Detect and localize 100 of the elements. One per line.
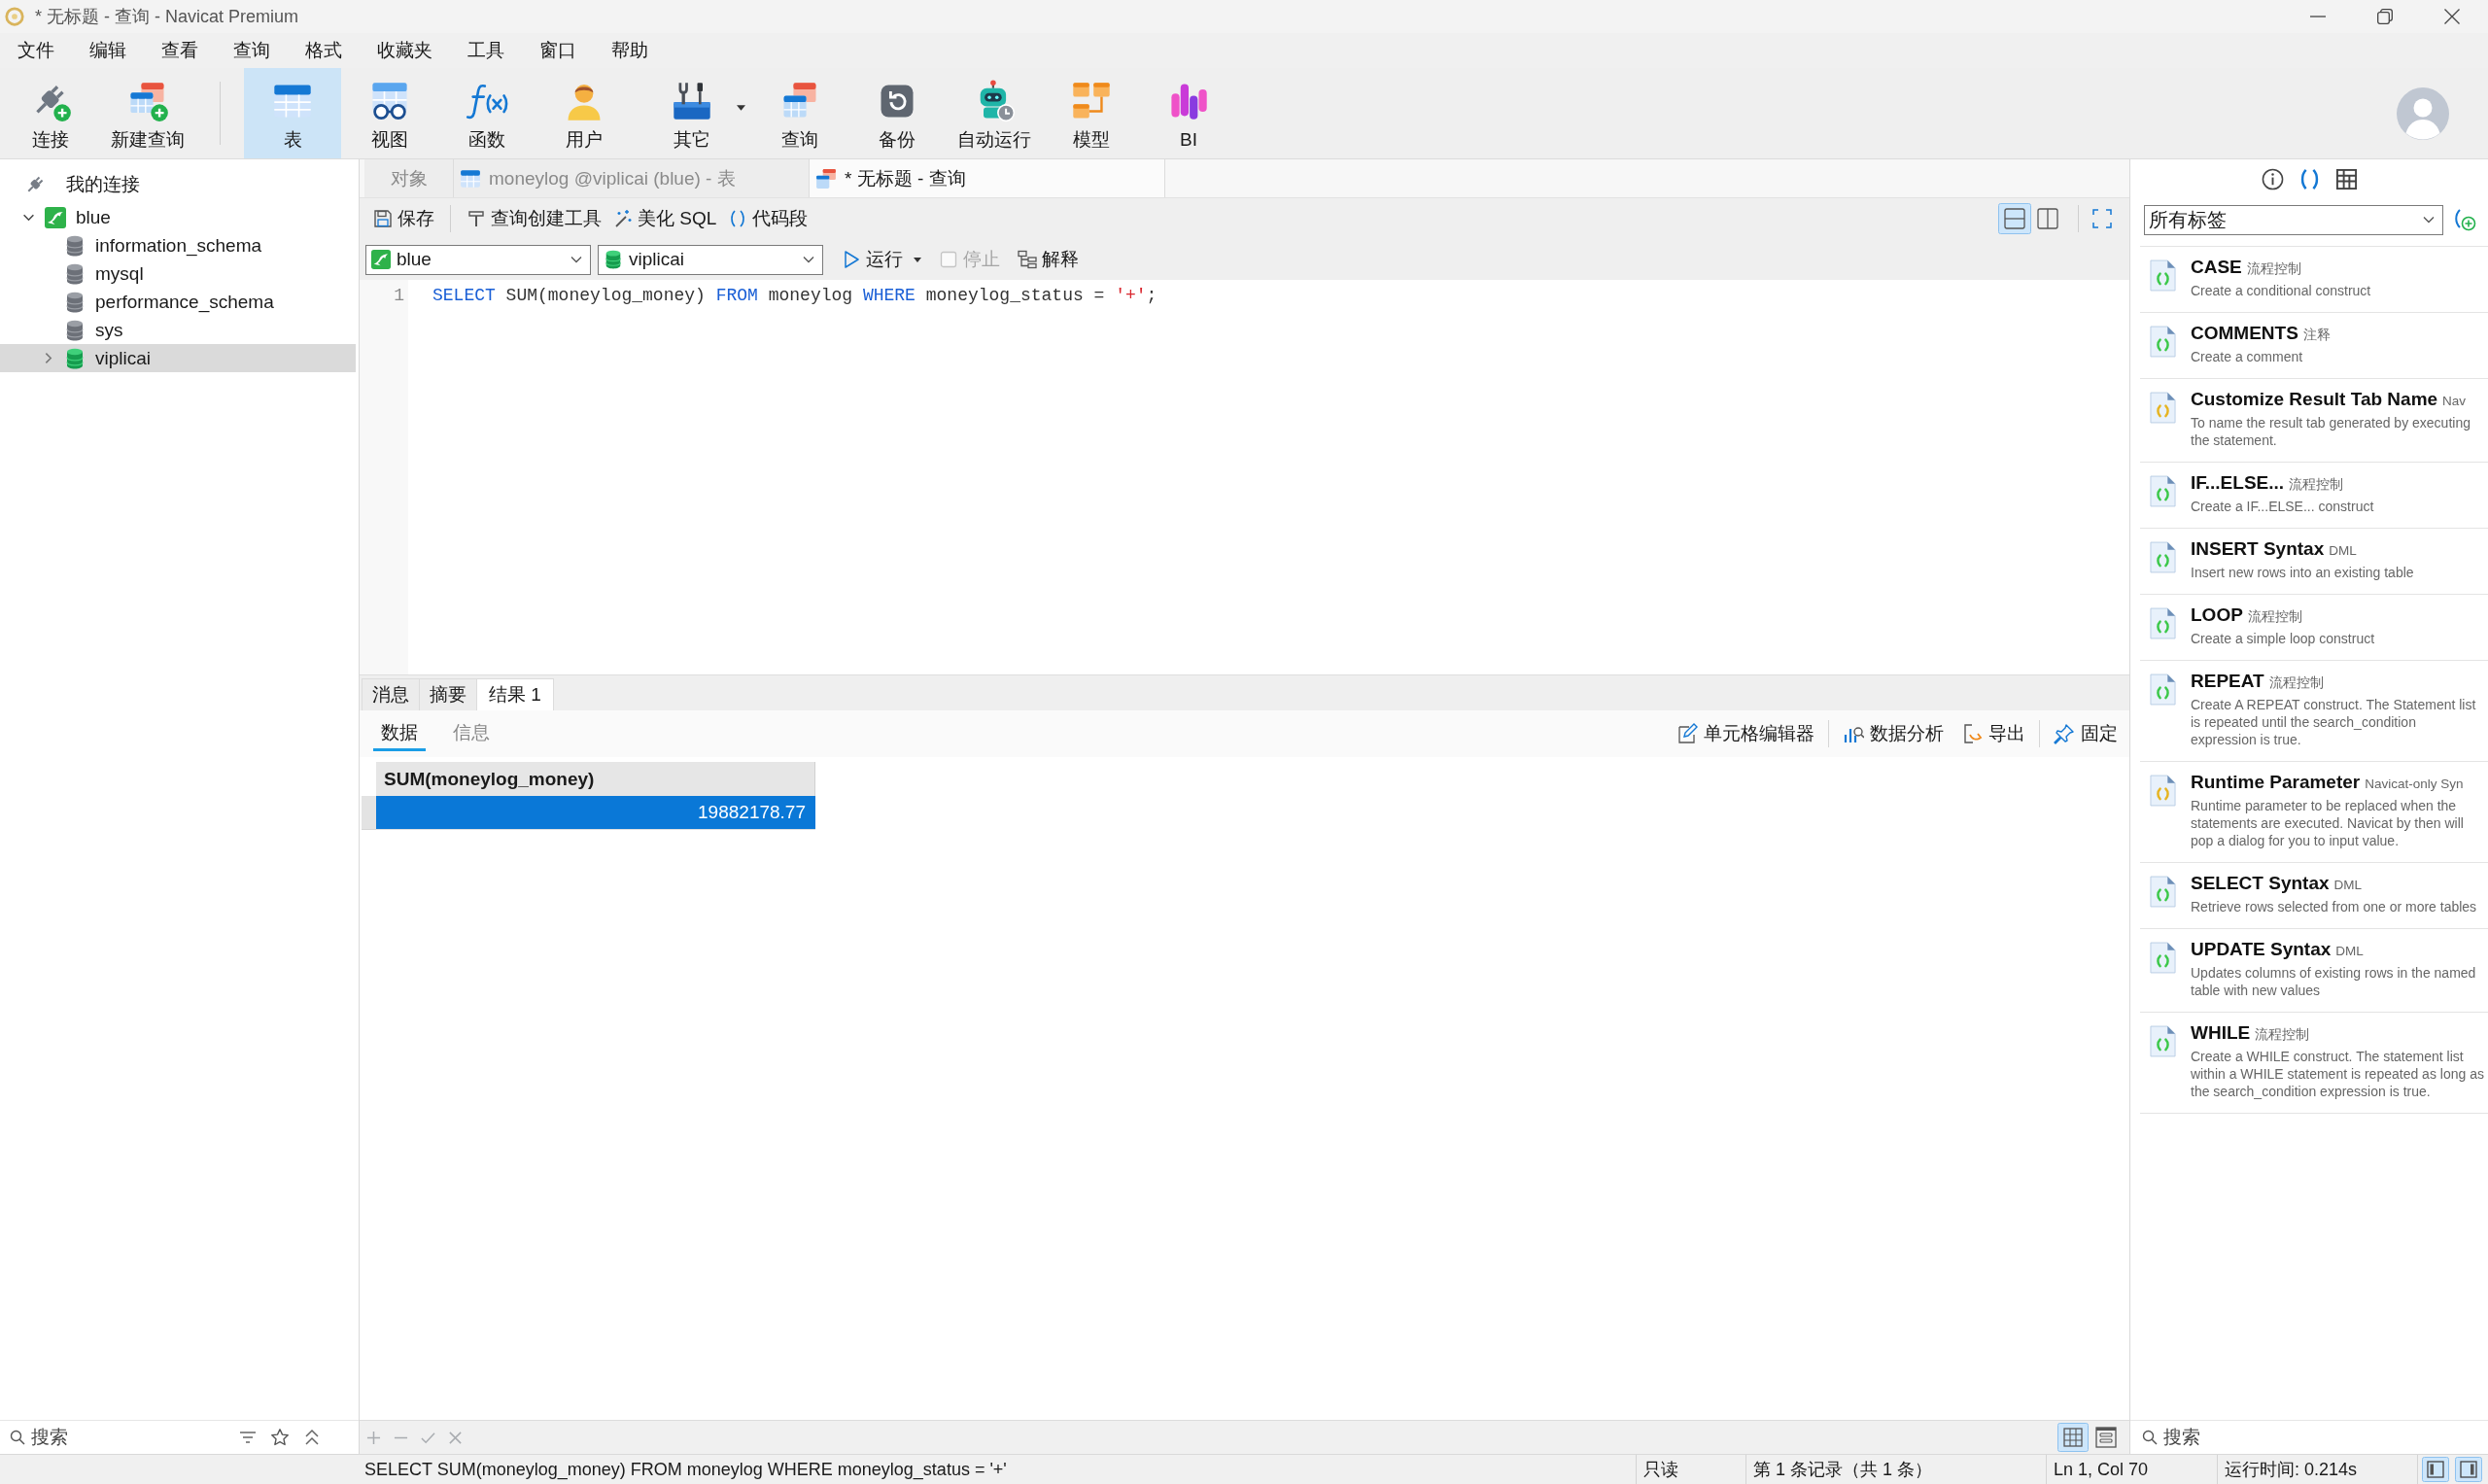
snippet-title: COMMENTS — [2191, 323, 2298, 344]
toolbar-button[interactable]: 查询创建工具 — [461, 204, 607, 233]
toolbar-button[interactable]: 用户 — [536, 68, 633, 158]
connection-icon — [371, 250, 391, 269]
toolbar-button[interactable]: 函数 — [438, 68, 536, 158]
document-tab[interactable]: * 无标题 - 查询 — [810, 159, 1165, 197]
pin-icon — [2054, 723, 2075, 744]
snippet-item[interactable]: Customize Result Tab Name Nav To name the result tab generated by executing the statement. — [2140, 379, 2488, 463]
snippet-item[interactable]: INSERT Syntax DML Insert new rows into an existing table — [2140, 529, 2488, 595]
database-dropdown[interactable]: viplicai — [598, 244, 823, 275]
menu-item[interactable]: 查看 — [144, 34, 216, 67]
snippet-icon — [2150, 541, 2176, 573]
caret-icon[interactable] — [914, 257, 921, 262]
toolbar-button[interactable]: 新建查询 — [99, 68, 196, 158]
menu-item[interactable]: 查询 — [216, 34, 288, 67]
tag-dropdown[interactable]: 所有标签 — [2144, 204, 2443, 235]
right-panel-icon[interactable] — [2455, 1457, 2482, 1482]
snippet-title: INSERT Syntax — [2191, 538, 2325, 560]
snippet-item[interactable]: Runtime Parameter Navicat-only Syn Runtime parameter to be replaced when the statements are executed. Navicat by then will pop a dialog for you to input value. — [2140, 762, 2488, 863]
snippet-title: CASE — [2191, 257, 2242, 278]
tree-item[interactable]: blue — [0, 203, 356, 231]
pencil-icon — [1676, 723, 1698, 744]
result-tab[interactable]: 结果 1 — [477, 678, 554, 710]
snippet-item[interactable]: UPDATE Syntax DML Updates columns of existing rows in the named table with new values — [2140, 929, 2488, 1013]
menu-item[interactable]: 工具 — [450, 34, 522, 67]
toolbar-button[interactable]: 导出 — [1957, 718, 2029, 749]
snippet-tag: 流程控制 — [2268, 674, 2324, 692]
snippet-description: Create a comment — [2191, 348, 2304, 365]
snippet-icon — [2150, 607, 2176, 639]
close-icon[interactable] — [2444, 9, 2460, 24]
status-mode: 只读 — [1636, 1454, 1745, 1484]
toolbar-button[interactable]: 美化 SQL — [607, 204, 723, 233]
snippet-item[interactable]: CASE 流程控制 Create a conditional construct — [2140, 247, 2488, 313]
toolbar-button[interactable]: 数据分析 — [1839, 718, 1948, 749]
database-icon — [604, 250, 623, 269]
line-number: 1 — [393, 285, 405, 307]
snippet-icon — [2150, 942, 2176, 974]
toolbar-button[interactable]: 视图 — [341, 68, 438, 158]
toolbar-button[interactable]: 模型 — [1043, 68, 1140, 158]
menu-item[interactable]: 帮助 — [594, 34, 666, 67]
result-tab[interactable]: 摘要 — [420, 678, 477, 710]
snippet-item[interactable]: SELECT Syntax DML Retrieve rows selected from one or more tables — [2140, 863, 2488, 929]
grid-view-icon[interactable] — [2057, 1423, 2089, 1452]
snippet-item[interactable]: REPEAT 流程控制 Create A REPEAT construct. The Statement list is repeated until the search_condition expression is true. — [2140, 661, 2488, 762]
fullscreen-icon[interactable] — [2092, 209, 2112, 228]
add-snippet-icon[interactable] — [2453, 208, 2476, 231]
menu-item[interactable]: 格式 — [288, 34, 360, 67]
toolbar-button[interactable]: 固定 — [2050, 718, 2122, 749]
toolbar-button[interactable]: 备份 — [848, 68, 946, 158]
menu-item[interactable]: 窗口 — [522, 34, 594, 67]
toolbar-button[interactable]: 保存 — [367, 204, 440, 233]
toolbar-button[interactable]: 自动运行 — [946, 68, 1043, 158]
toolbar-button[interactable]: 运行 — [836, 245, 927, 274]
menu-item[interactable]: 编辑 — [72, 34, 144, 67]
snippet-icon — [2150, 326, 2176, 358]
toolbar-button[interactable]: 单元格编辑器 — [1673, 718, 1818, 749]
tree-item[interactable]: viplicai — [0, 344, 356, 372]
column-header[interactable]: SUM(moneylog_money) — [376, 762, 815, 796]
tree-item[interactable]: mysql — [0, 259, 356, 288]
snippet-description: Create a conditional construct — [2191, 282, 2372, 299]
snippet-icon — [2150, 1025, 2176, 1057]
search-field[interactable]: 搜索 — [31, 1424, 225, 1451]
toolbar-button[interactable]: 代码段 — [722, 204, 814, 233]
tree-item[interactable]: sys — [0, 316, 356, 344]
horizontal-split-icon[interactable] — [1998, 203, 2031, 234]
snippet-item[interactable]: COMMENTS 注释 Create a comment — [2140, 313, 2488, 379]
snippet-item[interactable]: IF...ELSE... 流程控制 Create a IF...ELSE... construct — [2140, 463, 2488, 529]
caret-icon[interactable] — [737, 105, 745, 111]
toolbar-button[interactable]: 查询 — [751, 68, 848, 158]
snippet-title: Customize Result Tab Name — [2191, 389, 2438, 410]
menu-item[interactable]: 文件 — [0, 34, 72, 67]
table-cell[interactable]: 19882178.77 — [376, 796, 815, 830]
database-icon — [64, 234, 86, 257]
chevron-down-icon — [803, 256, 814, 263]
info-icon[interactable] — [2261, 167, 2284, 190]
toolbar-button[interactable]: BI — [1140, 68, 1237, 158]
tree-item[interactable]: 我的连接 — [0, 166, 356, 203]
search-field[interactable]: 搜索 — [2163, 1424, 2455, 1451]
tree-item[interactable]: performance_schema — [0, 288, 356, 316]
toolbar-button[interactable]: 其它 — [633, 68, 751, 158]
connection-dropdown[interactable]: blue — [365, 244, 591, 275]
snippet-tag: DML — [2335, 944, 2364, 958]
toolbox-icon — [671, 80, 713, 122]
toolbar-button[interactable]: 表 — [244, 68, 341, 158]
result-tab[interactable]: 消息 — [362, 678, 420, 710]
snippet-description: Create a IF...ELSE... construct — [2191, 498, 2375, 515]
tree-item[interactable]: information_schema — [0, 231, 356, 259]
star-icon[interactable] — [270, 1428, 290, 1447]
database-icon — [64, 319, 86, 341]
toolbar-button[interactable]: 解释 — [1012, 245, 1085, 274]
snippet-description: Create a WHILE construct. The statement list within a WHILE statement is repeated as long as the search_condition expression is true. — [2191, 1048, 2484, 1100]
snippet-item[interactable]: LOOP 流程控制 Create a simple loop construct — [2140, 595, 2488, 661]
magic-wand-icon — [613, 209, 633, 228]
toolbar-button[interactable]: 连接 — [2, 68, 99, 158]
restore-icon[interactable] — [2377, 9, 2393, 24]
grid-icon[interactable] — [2334, 167, 2358, 190]
left-panel-icon[interactable] — [2422, 1457, 2449, 1482]
snippet-item[interactable]: WHILE 流程控制 Create a WHILE construct. The statement list within a WHILE statement is repeated as long as the search_condition expression is true. — [2140, 1013, 2488, 1114]
view-tab[interactable]: 数据 — [373, 716, 426, 751]
menu-item[interactable]: 收藏夹 — [360, 34, 450, 67]
